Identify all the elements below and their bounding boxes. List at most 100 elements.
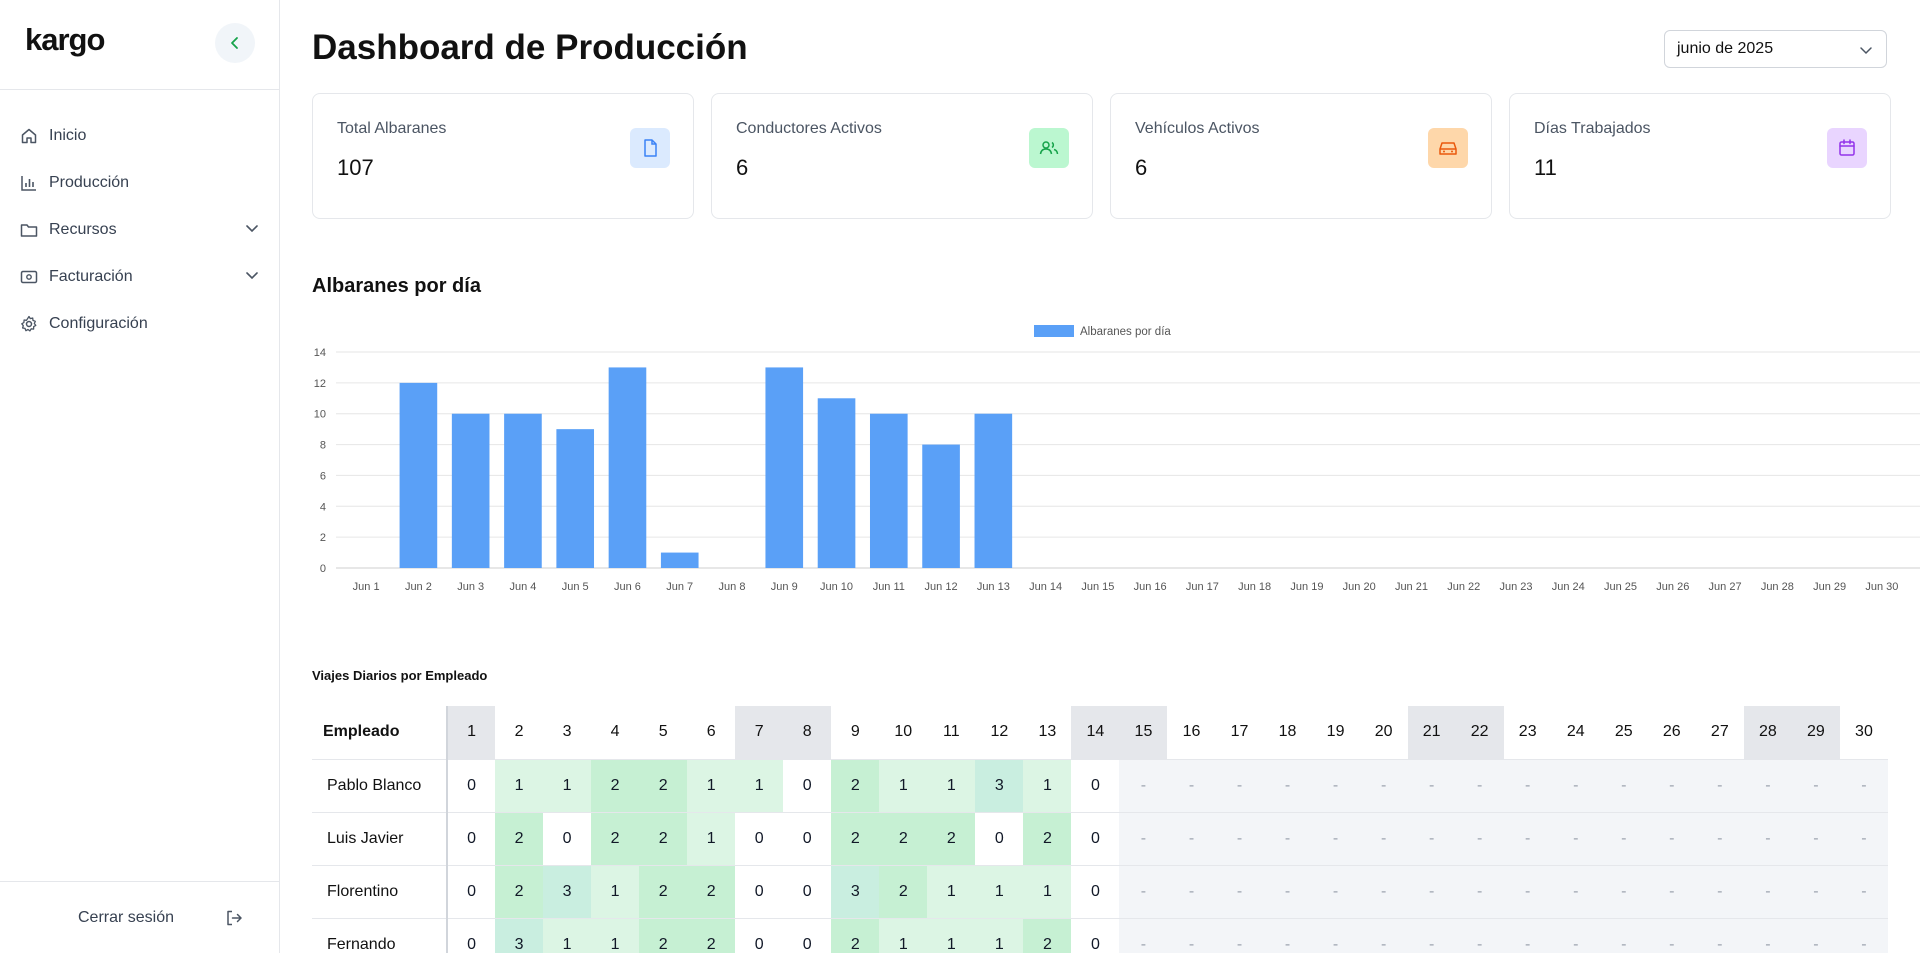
trip-count-cell: - [1839,864,1888,918]
y-tick-label: 6 [320,470,326,482]
x-tick-label: Jun 24 [1552,581,1585,593]
stats-cards: Total Albaranes 107 Conductores Activos … [312,93,1891,219]
stat-card-label: Vehículos Activos [1135,120,1260,137]
column-header-day: 3 [543,706,592,759]
column-header-day: 29 [1791,706,1840,759]
y-tick-label: 14 [314,347,326,359]
trip-count-cell: - [1215,864,1264,918]
bar [869,413,908,568]
logout-icon[interactable] [225,909,243,927]
column-header-day: 2 [495,706,544,759]
month-select[interactable]: junio de 2025 [1664,30,1887,68]
column-header-day: 5 [639,706,688,759]
y-tick-label: 10 [314,409,326,421]
trip-count-cell: 0 [783,811,832,865]
employee-name: Luis Javier [312,811,447,865]
trip-count-cell: 0 [783,864,832,918]
sidebar-item-facturacion[interactable]: Facturación [0,253,279,300]
chevron-down-icon[interactable] [244,267,260,283]
logout-button[interactable]: Cerrar sesión [78,909,174,927]
column-header-day: 13 [1023,706,1072,759]
trip-count-cell: 1 [591,864,640,918]
trip-count-cell: 3 [975,758,1024,812]
trip-count-cell: 0 [783,917,832,953]
sidebar-item-configuracion[interactable]: Configuración [0,300,279,347]
trip-count-cell: 3 [495,917,544,953]
trip-count-cell: - [1599,811,1648,865]
trip-count-cell: - [1647,917,1696,953]
trip-count-cell: - [1839,758,1888,812]
trip-count-cell: 1 [591,917,640,953]
trip-count-cell: 2 [831,917,880,953]
sidebar-item-recursos[interactable]: Recursos [0,206,279,253]
column-header-day: 18 [1263,706,1312,759]
column-header-day: 16 [1167,706,1216,759]
trip-count-cell: - [1311,864,1360,918]
trip-count-cell: 2 [831,811,880,865]
chevron-down-icon[interactable] [244,220,260,236]
bar [504,413,542,568]
column-header-day: 28 [1743,706,1792,759]
table-body: Pablo Blanco 0 1 1 2 2 1 1 0 2 1 1 3 1 0- - - - - - - - - - - - - -… [312,758,1888,953]
logo[interactable]: kargo [25,22,105,58]
x-tick-label: Jun 21 [1395,581,1428,593]
trip-count-cell: - [1695,758,1744,812]
trip-count-cell: - [1119,864,1168,918]
x-tick-label: Jun 29 [1813,581,1846,593]
trip-count-cell: - [1407,758,1456,812]
trip-count-cell: - [1551,917,1600,953]
billing-icon [19,267,39,287]
collapse-sidebar-button[interactable] [215,23,255,63]
trip-count-cell: - [1359,811,1408,865]
trip-count-cell: 1 [975,917,1024,953]
stat-card-value: 107 [337,155,374,180]
trip-count-cell: 1 [927,758,976,812]
trip-count-cell: 1 [543,917,592,953]
column-header-day: 1 [445,706,496,759]
sidebar-item-produccion[interactable]: Producción [0,159,279,206]
trip-count-cell: - [1119,811,1168,865]
sidebar-item-label: Recursos [49,220,117,238]
sidebar-item-label: Configuración [49,314,148,332]
x-tick-label: Jun 14 [1029,581,1062,593]
table-row[interactable]: Luis Javier 0 2 0 2 2 1 0 0 2 2 2 0 2 0- - - - - - - - - - - - - - -… [312,811,1888,865]
x-tick-label: Jun 6 [614,581,641,593]
table-row[interactable]: Pablo Blanco 0 1 1 2 2 1 1 0 2 1 1 3 1 0- - - - - - - - - - - - - -… [312,758,1888,812]
trip-count-cell: 1 [879,758,928,812]
legend-label: Albaranes por día [1080,326,1171,338]
employee-name: Pablo Blanco [312,758,447,812]
trip-count-cell: 1 [543,758,592,812]
stat-card-label: Total Albaranes [337,120,447,137]
x-tick-label: Jun 9 [771,581,798,593]
x-tick-label: Jun 25 [1604,581,1637,593]
employee-name: Florentino [312,864,447,918]
column-header-empleado: Empleado [323,723,400,741]
x-tick-label: Jun 7 [666,581,693,593]
brand-area: kargo [0,0,279,90]
trip-count-cell: 0 [1071,758,1120,812]
table-row[interactable]: Florentino 0 2 3 1 2 2 0 0 3 2 1 1 1 0- - - - - - - - - - - - - - - - [312,864,1888,918]
folder-icon [19,220,39,240]
trip-count-cell: 0 [735,811,784,865]
sidebar-item-inicio[interactable]: Inicio [0,112,279,159]
trip-count-cell: - [1407,811,1456,865]
column-header-day: 20 [1359,706,1408,759]
stat-card-value: 11 [1534,155,1557,180]
column-header-day: 6 [687,706,736,759]
gear-icon [19,314,39,334]
trip-count-cell: - [1407,864,1456,918]
trip-count-cell: - [1311,811,1360,865]
x-tick-label: Jun 5 [562,581,589,593]
trip-count-cell: - [1455,811,1504,865]
calendar-icon [1827,128,1867,168]
trip-count-cell: - [1743,811,1792,865]
table-row[interactable]: Fernando 0 3 1 1 2 2 0 0 2 1 1 1 2 0- - - - - - - - - - - - - - - - [312,917,1888,953]
y-tick-label: 0 [320,563,326,575]
trip-count-cell: - [1167,811,1216,865]
table-header-row: Empleado 1 2 3 4 5 6 7 8 9 10 11 12 13 14 15 16 17 18 19 20 2… [312,706,1888,759]
trip-count-cell: 1 [879,917,928,953]
trip-count-cell: - [1359,758,1408,812]
trip-count-cell: 2 [831,758,880,812]
column-header-day: 4 [591,706,640,759]
trip-count-cell: - [1551,758,1600,812]
